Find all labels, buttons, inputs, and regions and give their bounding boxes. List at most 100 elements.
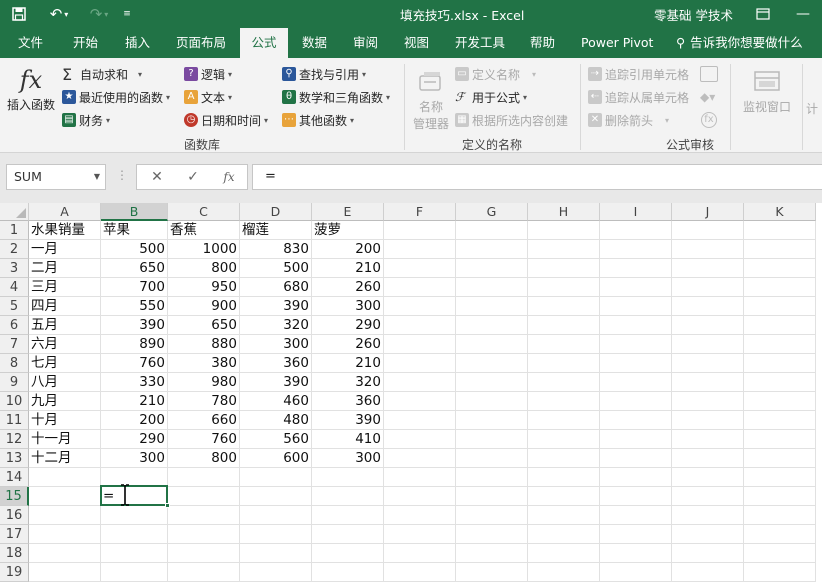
calculation-options-label[interactable]: 计	[806, 100, 818, 117]
cell-c2[interactable]: 1000	[168, 240, 240, 259]
cell-c17[interactable]	[168, 525, 240, 544]
cell-h16[interactable]	[528, 506, 600, 525]
cell-k12[interactable]	[744, 430, 816, 449]
cell-b6[interactable]: 390	[101, 316, 168, 335]
cell-f18[interactable]	[384, 544, 456, 563]
tab-formulas[interactable]: 公式	[240, 28, 288, 58]
cell-i14[interactable]	[600, 468, 672, 487]
cell-b10[interactable]: 210	[101, 392, 168, 411]
cell-k7[interactable]	[744, 335, 816, 354]
cell-k14[interactable]	[744, 468, 816, 487]
cell-a9[interactable]: 八月	[29, 373, 101, 392]
cell-e9[interactable]: 320	[312, 373, 384, 392]
cell-i4[interactable]	[600, 278, 672, 297]
cell-j14[interactable]	[672, 468, 744, 487]
row-header-18[interactable]: 18	[0, 544, 29, 563]
cell-f10[interactable]	[384, 392, 456, 411]
cell-g13[interactable]	[456, 449, 528, 468]
cell-f7[interactable]	[384, 335, 456, 354]
fill-handle[interactable]	[165, 503, 170, 508]
cell-e6[interactable]: 290	[312, 316, 384, 335]
column-header-i[interactable]: I	[600, 203, 672, 221]
column-header-h[interactable]: H	[528, 203, 600, 221]
row-header-6[interactable]: 6	[0, 316, 29, 335]
cell-f6[interactable]	[384, 316, 456, 335]
cell-i9[interactable]	[600, 373, 672, 392]
cell-i15[interactable]	[600, 487, 672, 506]
cell-i3[interactable]	[600, 259, 672, 278]
row-header-19[interactable]: 19	[0, 563, 29, 582]
cell-e10[interactable]: 360	[312, 392, 384, 411]
cell-d18[interactable]	[240, 544, 312, 563]
cell-h14[interactable]	[528, 468, 600, 487]
tab-insert[interactable]: 插入	[125, 28, 150, 58]
cell-f9[interactable]	[384, 373, 456, 392]
cell-g4[interactable]	[456, 278, 528, 297]
column-header-j[interactable]: J	[672, 203, 744, 221]
cell-d4[interactable]: 680	[240, 278, 312, 297]
cell-b1[interactable]: 苹果	[101, 221, 168, 240]
cell-j19[interactable]	[672, 563, 744, 582]
cell-a12[interactable]: 十一月	[29, 430, 101, 449]
cell-a1[interactable]: 水果销量	[29, 221, 101, 240]
cell-a11[interactable]: 十月	[29, 411, 101, 430]
cell-h8[interactable]	[528, 354, 600, 373]
cell-b9[interactable]: 330	[101, 373, 168, 392]
row-header-9[interactable]: 9	[0, 373, 29, 392]
cell-j7[interactable]	[672, 335, 744, 354]
cell-e11[interactable]: 390	[312, 411, 384, 430]
cell-g9[interactable]	[456, 373, 528, 392]
cell-k10[interactable]	[744, 392, 816, 411]
cell-c11[interactable]: 660	[168, 411, 240, 430]
cell-a3[interactable]: 二月	[29, 259, 101, 278]
cell-c12[interactable]: 760	[168, 430, 240, 449]
cell-a19[interactable]	[29, 563, 101, 582]
cell-c10[interactable]: 780	[168, 392, 240, 411]
cell-g15[interactable]	[456, 487, 528, 506]
recently-used-button[interactable]: ★ 最近使用的函数 ▾	[62, 87, 170, 107]
drag-handle-icon[interactable]: ⋮	[116, 168, 128, 182]
create-from-selection-button[interactable]: ▦ 根据所选内容创建	[455, 110, 568, 130]
cell-b11[interactable]: 200	[101, 411, 168, 430]
row-header-10[interactable]: 10	[0, 392, 29, 411]
cell-a7[interactable]: 六月	[29, 335, 101, 354]
row-header-17[interactable]: 17	[0, 525, 29, 544]
insert-function-button[interactable]: fx 插入函数	[4, 64, 58, 126]
cell-k2[interactable]	[744, 240, 816, 259]
tab-home[interactable]: 开始	[73, 28, 98, 58]
select-all-corner[interactable]	[0, 203, 29, 221]
cell-a15[interactable]	[29, 487, 101, 506]
cell-j16[interactable]	[672, 506, 744, 525]
cell-k4[interactable]	[744, 278, 816, 297]
formula-input[interactable]: =	[252, 164, 822, 190]
cell-c13[interactable]: 800	[168, 449, 240, 468]
cell-e7[interactable]: 260	[312, 335, 384, 354]
cell-b19[interactable]	[101, 563, 168, 582]
column-header-f[interactable]: F	[384, 203, 456, 221]
tell-me-box[interactable]: ⚲ 告诉我你想要做什么	[676, 28, 803, 58]
cell-b17[interactable]	[101, 525, 168, 544]
cell-e1[interactable]: 菠萝	[312, 221, 384, 240]
row-header-11[interactable]: 11	[0, 411, 29, 430]
error-checking-icon[interactable]: ◆▾	[700, 89, 718, 105]
cell-b8[interactable]: 760	[101, 354, 168, 373]
cell-k9[interactable]	[744, 373, 816, 392]
chevron-down-icon[interactable]: ▼	[94, 165, 100, 189]
cell-i6[interactable]	[600, 316, 672, 335]
cell-i19[interactable]	[600, 563, 672, 582]
cell-f4[interactable]	[384, 278, 456, 297]
financial-button[interactable]: ▤ 财务 ▾	[62, 110, 110, 130]
cell-g7[interactable]	[456, 335, 528, 354]
cell-g3[interactable]	[456, 259, 528, 278]
cell-g11[interactable]	[456, 411, 528, 430]
cell-d11[interactable]: 480	[240, 411, 312, 430]
cell-j12[interactable]	[672, 430, 744, 449]
use-in-formula-button[interactable]: ℱ 用于公式 ▾	[455, 87, 527, 107]
user-name[interactable]: 零基础 学技术	[654, 5, 733, 24]
cell-d13[interactable]: 600	[240, 449, 312, 468]
cell-b16[interactable]	[101, 506, 168, 525]
cell-k8[interactable]	[744, 354, 816, 373]
cell-b13[interactable]: 300	[101, 449, 168, 468]
cell-i8[interactable]	[600, 354, 672, 373]
cell-d1[interactable]: 榴莲	[240, 221, 312, 240]
